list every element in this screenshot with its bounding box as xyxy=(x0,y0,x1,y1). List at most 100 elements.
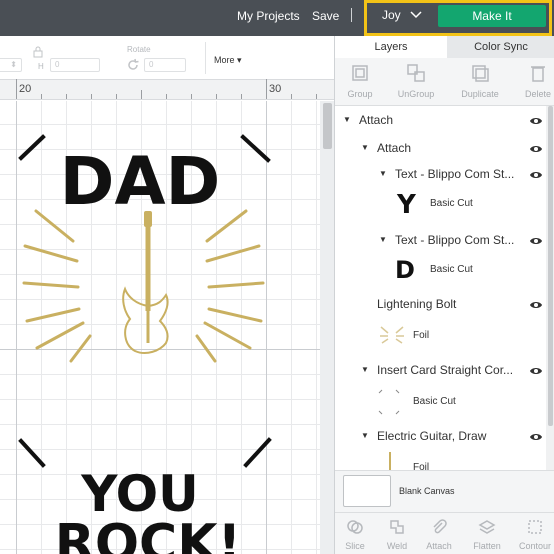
ruler-tick xyxy=(41,94,42,99)
layer-operation-row[interactable]: Foil xyxy=(335,318,547,354)
operation-label: Basic Cut xyxy=(430,264,473,275)
eye-icon[interactable] xyxy=(529,144,543,154)
horizontal-ruler: 20 30 xyxy=(0,79,334,100)
operation-label: Basic Cut xyxy=(430,198,473,209)
group-button[interactable]: Group xyxy=(333,58,387,106)
layer-operation-row[interactable]: D Basic Cut xyxy=(335,252,547,292)
ruler-tick xyxy=(316,94,317,99)
layer-row[interactable]: Lightening Bolt xyxy=(335,296,547,316)
save-button[interactable]: Save xyxy=(312,9,339,23)
layer-operation-row[interactable]: Y Basic Cut xyxy=(335,186,547,226)
caret-down-icon[interactable]: ▼ xyxy=(361,365,369,374)
layer-row[interactable]: ▼ Attach xyxy=(335,112,547,132)
caret-down-icon[interactable]: ▼ xyxy=(343,115,351,124)
slice-button[interactable]: Slice xyxy=(333,513,377,554)
edit-toolbar: ⬍ H 0 Rotate 0 xyxy=(0,36,334,80)
operation-label: Foil xyxy=(413,462,430,470)
app-window: My Projects Save Joy Make It ⬍ H 0 Rotat… xyxy=(0,0,554,554)
layers-list: ▼ Attach ▼ Attach ▼ Text - Blippo Com St… xyxy=(335,106,554,470)
canvas-scrollbar[interactable] xyxy=(320,101,334,554)
flatten-label: Flatten xyxy=(473,541,501,551)
layer-title: Text - Blippo Com St... xyxy=(395,167,515,181)
layer-row[interactable]: ▼ Attach xyxy=(335,140,547,160)
topbar-divider xyxy=(351,8,352,22)
foil-rays[interactable] xyxy=(22,209,265,363)
chevron-down-icon[interactable] xyxy=(410,8,422,20)
rock-text[interactable]: ROCK! xyxy=(55,514,241,554)
rotate-input[interactable]: 0 xyxy=(144,58,186,72)
ruler-tick xyxy=(166,94,167,99)
height-input[interactable]: 0 xyxy=(50,58,100,72)
layer-thumbnail: Y xyxy=(397,190,416,220)
tab-layers[interactable]: Layers xyxy=(335,36,447,58)
h-label: H xyxy=(38,62,44,71)
operation-label: Foil xyxy=(413,330,430,341)
more-label: More xyxy=(214,55,235,65)
ungroup-button[interactable]: UnGroup xyxy=(389,58,443,106)
blank-canvas-row[interactable]: Blank Canvas xyxy=(335,470,554,512)
card-corners-thumbnail xyxy=(378,389,400,415)
paperclip-icon xyxy=(433,519,447,534)
design-canvas[interactable]: DAD YOU ROCK! xyxy=(0,101,334,554)
duplicate-label: Duplicate xyxy=(461,89,499,99)
layer-title: Attach xyxy=(377,141,412,155)
ruler-tick xyxy=(141,90,142,99)
trash-icon xyxy=(531,66,545,82)
canvas-color-swatch[interactable] xyxy=(343,475,391,507)
operation-label: Basic Cut xyxy=(413,396,456,407)
group-label: Group xyxy=(347,89,373,99)
eye-icon[interactable] xyxy=(529,116,543,126)
attach-button[interactable]: Attach xyxy=(417,513,461,554)
delete-button[interactable]: Delete xyxy=(511,58,554,106)
canvas-scroll-thumb[interactable] xyxy=(323,103,332,149)
w-stepper[interactable]: ⬍ xyxy=(0,58,22,72)
caret-down-icon[interactable]: ▼ xyxy=(361,431,369,440)
card-design[interactable]: DAD YOU ROCK! xyxy=(0,101,320,554)
eye-icon[interactable] xyxy=(529,236,543,246)
layer-row[interactable]: ▼ Text - Blippo Com St... xyxy=(335,166,547,186)
layer-row[interactable]: ▼ Text - Blippo Com St... xyxy=(335,232,547,252)
top-bar: My Projects Save Joy Make It xyxy=(0,0,554,36)
tab-color-sync[interactable]: Color Sync xyxy=(447,36,554,58)
guitar-drawing[interactable] xyxy=(122,211,169,354)
blank-canvas-label: Blank Canvas xyxy=(399,486,455,496)
ruler-tick xyxy=(266,79,267,99)
dad-text[interactable]: DAD xyxy=(60,143,221,220)
weld-button[interactable]: Weld xyxy=(375,513,419,554)
layers-scroll-thumb[interactable] xyxy=(548,106,553,426)
my-projects-link[interactable]: My Projects xyxy=(237,9,300,23)
contour-label: Contour xyxy=(518,541,552,551)
layer-thumbnail: D xyxy=(395,256,415,284)
layers-scrollbar[interactable] xyxy=(546,106,554,470)
ruler-mark: 30 xyxy=(269,83,282,95)
eye-icon[interactable] xyxy=(529,366,543,376)
layer-title: Lightening Bolt xyxy=(377,297,457,311)
layer-row[interactable]: ▼ Insert Card Straight Cor... xyxy=(335,362,547,382)
ruler-tick xyxy=(66,94,67,99)
layer-row[interactable]: ▼ Electric Guitar, Draw xyxy=(335,428,547,448)
slice-label: Slice xyxy=(345,541,365,551)
eye-icon[interactable] xyxy=(529,170,543,180)
machine-select[interactable]: Joy xyxy=(382,8,401,22)
caret-down-icon[interactable]: ▼ xyxy=(379,235,387,244)
delete-label: Delete xyxy=(524,89,551,99)
make-it-button[interactable]: Make It xyxy=(438,5,546,27)
duplicate-button[interactable]: Duplicate xyxy=(453,58,507,106)
layer-title: Insert Card Straight Cor... xyxy=(377,363,514,377)
flatten-button[interactable]: Flatten xyxy=(465,513,509,554)
stepper-arrows-icon: ⬍ xyxy=(10,60,17,69)
flatten-icon xyxy=(478,520,496,534)
lock-icon[interactable] xyxy=(33,46,43,58)
slice-icon xyxy=(347,520,363,534)
layer-title: Electric Guitar, Draw xyxy=(377,429,487,443)
caret-down-icon[interactable]: ▼ xyxy=(379,169,387,178)
layer-title: Text - Blippo Com St... xyxy=(395,233,515,247)
layer-operation-row[interactable]: Foil xyxy=(335,450,547,470)
eye-icon[interactable] xyxy=(529,300,543,310)
panel-tabs: Layers Color Sync xyxy=(335,36,554,58)
layer-operation-row[interactable]: Basic Cut xyxy=(335,384,547,420)
caret-down-icon[interactable]: ▼ xyxy=(361,143,369,152)
more-dropdown[interactable]: More ▾ xyxy=(214,55,242,66)
contour-button[interactable]: Contour xyxy=(513,513,554,554)
eye-icon[interactable] xyxy=(529,432,543,442)
